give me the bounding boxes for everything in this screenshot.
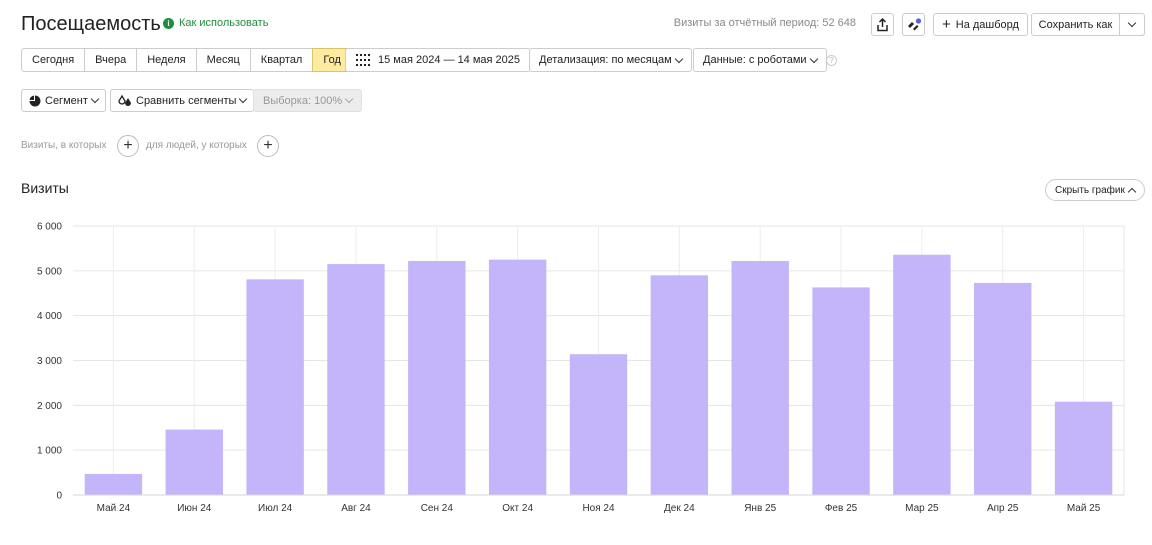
ai-assistant-button[interactable]: [902, 13, 925, 36]
bar: [84, 473, 143, 495]
sample-label: Выборка: 100%: [263, 94, 343, 107]
chevron-down-icon: [90, 94, 100, 104]
x-tick-label: Янв 25: [744, 503, 776, 514]
data-select[interactable]: Данные: с роботами: [693, 48, 827, 72]
segment-label: Сегмент: [45, 94, 88, 107]
share-button[interactable]: [871, 13, 894, 36]
bar: [408, 260, 466, 495]
y-tick-label: 0: [56, 491, 62, 502]
share-icon: [877, 17, 888, 31]
period-quarter[interactable]: Квартал: [249, 48, 314, 72]
assistant-icon: [907, 17, 921, 30]
x-tick-label: Мар 25: [905, 503, 939, 514]
x-tick-label: Фев 25: [825, 503, 858, 514]
pie-chart-icon: [29, 95, 41, 106]
bar: [1054, 401, 1113, 495]
how-to-use-link[interactable]: i Как использовать: [163, 17, 268, 29]
period-today[interactable]: Сегодня: [21, 48, 86, 72]
plus-icon: +: [263, 137, 273, 154]
y-tick-label: 5 000: [37, 266, 62, 277]
info-icon: i: [163, 17, 174, 29]
x-tick-label: Окт 24: [502, 503, 533, 514]
chevron-down-icon: [344, 94, 354, 104]
bar: [731, 260, 789, 495]
bar: [812, 287, 870, 495]
y-tick-label: 2 000: [37, 401, 62, 412]
hide-chart-button[interactable]: Скрыть график: [1045, 179, 1145, 201]
visits-bar-chart: 0 1 000 2 000 3 000 4 000 5 000 6 000 Май 24 Июн…: [37, 222, 1125, 514]
date-range-picker[interactable]: 15 мая 2024 — 14 мая 2025: [345, 48, 532, 72]
detail-select-label: Детализация: по месяцам: [539, 54, 672, 66]
add-visits-filter-button[interactable]: +: [117, 135, 139, 157]
x-tick-label: Ноя 24: [582, 503, 615, 514]
bar: [327, 264, 385, 495]
add-people-filter-button[interactable]: +: [257, 135, 279, 157]
x-tick-label: Дек 24: [664, 503, 695, 514]
y-tick-label: 1 000: [37, 446, 62, 457]
date-range-label: 15 мая 2024 — 14 мая 2025: [378, 54, 521, 66]
x-tick-label: Июл 24: [258, 503, 293, 514]
chevron-down-icon: [1127, 18, 1137, 28]
save-as-dropdown-button[interactable]: [1119, 13, 1145, 36]
sample-select[interactable]: Выборка: 100%: [253, 89, 363, 112]
chevron-down-icon: [239, 94, 248, 104]
compare-segments-label: Сравнить сегменты: [136, 94, 237, 107]
help-icon[interactable]: ?: [826, 55, 837, 66]
compare-segments-button[interactable]: Сравнить сегменты: [110, 89, 255, 112]
x-tick-label: Май 24: [97, 503, 131, 514]
visits-filter-label: Визиты, в которых: [21, 140, 107, 151]
page-title: Посещаемость: [21, 13, 161, 35]
chevron-down-icon: [809, 54, 818, 63]
y-tick-label: 4 000: [37, 311, 62, 322]
bar: [650, 275, 709, 495]
plus-icon: +: [123, 137, 133, 154]
x-tick-label: Май 25: [1067, 503, 1101, 514]
period-selector: Сегодня Вчера Неделя Месяц Квартал Год: [21, 48, 352, 72]
bar: [893, 254, 951, 495]
bar: [569, 354, 628, 495]
chevron-up-icon: [1127, 187, 1137, 196]
y-tick-label: 6 000: [37, 222, 62, 233]
detail-select[interactable]: Детализация: по месяцам: [529, 48, 692, 72]
period-month[interactable]: Месяц: [195, 48, 251, 72]
calendar-icon: [356, 54, 370, 66]
data-select-label: Данные: с роботами: [703, 54, 807, 66]
period-yesterday[interactable]: Вчера: [84, 48, 138, 72]
how-to-use-label: Как использовать: [179, 17, 269, 29]
x-tick-label: Апр 25: [987, 503, 1019, 514]
x-tick-label: Авг 24: [341, 503, 371, 514]
save-as-button[interactable]: Сохранить как: [1031, 13, 1120, 36]
compare-drops-icon: [118, 94, 131, 106]
bar: [488, 259, 547, 495]
to-dashboard-button[interactable]: + На дашборд: [933, 13, 1028, 36]
segment-button[interactable]: Сегмент: [21, 89, 106, 112]
period-visits-summary: Визиты за отчётный период: 52 648: [673, 17, 856, 29]
chevron-down-icon: [674, 54, 683, 63]
period-week[interactable]: Неделя: [136, 48, 197, 72]
people-filter-label: для людей, у которых: [146, 140, 247, 151]
chart-section-title: Визиты: [21, 180, 69, 196]
hide-chart-label: Скрыть график: [1055, 184, 1125, 196]
bar: [974, 282, 1032, 495]
x-tick-label: Сен 24: [421, 503, 454, 514]
bar: [165, 429, 223, 495]
y-tick-label: 3 000: [37, 356, 62, 367]
to-dashboard-label: На дашборд: [955, 18, 1019, 31]
x-tick-label: Июн 24: [177, 503, 212, 514]
bar: [246, 279, 304, 495]
plus-icon: +: [942, 15, 951, 33]
